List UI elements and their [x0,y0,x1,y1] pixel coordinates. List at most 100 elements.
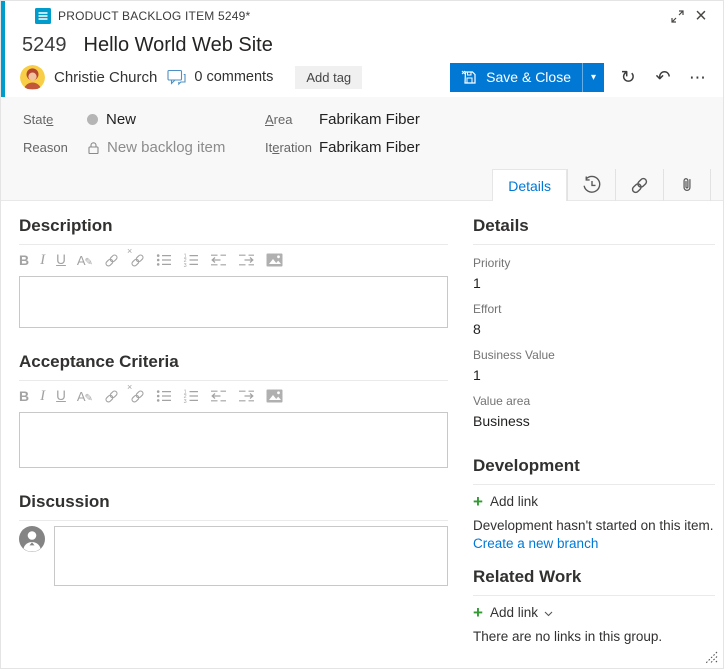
bold-button[interactable]: B [19,389,29,403]
comments-button[interactable]: 0 comments [167,69,273,86]
insert-image-button[interactable] [266,253,283,267]
more-options-button[interactable]: ⋯ [687,69,709,86]
plus-icon: + [473,491,483,511]
related-work-heading: Related Work [473,567,582,586]
underline-button[interactable]: U [56,253,66,267]
history-icon [582,175,600,193]
comment-bubble-icon [167,69,186,85]
state-field[interactable]: New [87,111,265,128]
save-close-button[interactable]: Save & Close [450,62,582,92]
insert-link-button[interactable] [104,253,119,268]
iteration-value: Fabrikam Fiber [319,139,420,156]
work-item-dialog: PRODUCT BACKLOG ITEM 5249* × 5249 Hello … [0,0,724,669]
priority-label: Priority [473,256,511,270]
related-add-link-button[interactable]: + Add link [473,602,715,622]
indent-button[interactable] [238,388,255,404]
add-tag-button[interactable]: Add tag [295,65,363,89]
tab-strip: Details [492,169,711,201]
close-button[interactable]: × [689,4,713,28]
resize-grip[interactable] [703,649,718,664]
description-input[interactable] [19,276,448,328]
comments-count: 0 comments [194,69,274,85]
outdent-icon [210,390,226,402]
highlight-button[interactable]: A ✎ [77,390,93,404]
section-divider [19,520,448,521]
related-empty-text: There are no links in this group. [473,629,663,644]
discussion-row [19,526,448,586]
outdent-icon [210,254,226,266]
state-value: New [106,111,137,128]
outdent-button[interactable] [210,388,227,404]
link-icon [105,389,118,403]
numbered-list-button[interactable]: 123 [183,252,199,268]
remove-link-button[interactable]: × [127,382,145,404]
left-column: Description B I U A ✎ × 123 Acceptance Cr… [1,201,448,644]
section-divider [19,244,448,245]
acceptance-criteria-heading: Acceptance Criteria [19,352,179,371]
acceptance-criteria-input[interactable] [19,412,448,468]
create-branch-link[interactable]: Create a new branch [473,536,715,551]
bold-button[interactable]: B [19,253,29,267]
discussion-comment-input[interactable] [54,526,448,586]
italic-button[interactable]: I [40,252,45,268]
description-heading: Description [19,216,113,235]
section-divider [473,595,715,596]
field-band: State New Area Fabrikam Fiber Reason New… [1,97,723,201]
highlight-button[interactable]: A ✎ [77,254,93,268]
user-avatar-icon [19,526,45,586]
save-icon [461,70,476,84]
link-icon [631,177,648,193]
link-icon [105,253,118,267]
lock-icon [87,141,100,155]
area-label: Area [265,112,293,127]
underline-button[interactable]: U [56,389,66,403]
discussion-heading: Discussion [19,492,110,511]
section-divider [19,380,448,381]
tab-history[interactable] [567,169,615,201]
insert-image-button[interactable] [266,389,283,403]
command-bar: Christie Church 0 comments Add tag Save … [1,57,723,97]
svg-text:3: 3 [184,263,187,268]
work-item-title-field[interactable]: Hello World Web Site [84,34,273,57]
value-area-label: Value area [473,394,531,408]
iteration-field[interactable]: Fabrikam Fiber [319,139,723,156]
value-area-field[interactable]: Business [473,413,715,429]
pen-icon: ✎ [84,257,93,268]
image-icon [266,253,283,267]
iteration-label: Iteration [265,140,312,155]
fields-grid: State New Area Fabrikam Fiber Reason New… [1,97,723,156]
resize-grip-icon [705,651,718,664]
area-field[interactable]: Fabrikam Fiber [319,111,723,128]
development-add-link-button[interactable]: + Add link [473,491,715,511]
business-value-label: Business Value [473,348,555,362]
business-value-field[interactable]: 1 [473,367,715,383]
insert-link-button[interactable] [104,389,119,404]
tab-attachments[interactable] [663,169,711,201]
undo-button[interactable]: ↶ [652,68,674,86]
effort-field[interactable]: 8 [473,321,715,337]
effort-label: Effort [473,302,502,316]
indent-icon [238,390,254,402]
development-status-text: Development hasn't started on this item. [473,518,714,533]
italic-button[interactable]: I [40,388,45,404]
save-options-dropdown[interactable]: ▾ [582,62,604,92]
refresh-button[interactable]: ↻ [617,68,639,86]
plus-icon: + [473,602,483,622]
caption-bar: PRODUCT BACKLOG ITEM 5249* × [1,1,723,29]
indent-button[interactable] [238,252,255,268]
work-item-accent-stripe [1,1,5,105]
reason-field: New backlog item [87,139,265,156]
bullet-list-button[interactable] [156,252,172,268]
priority-field[interactable]: 1 [473,275,715,291]
assigned-to-field[interactable]: Christie Church [20,64,157,90]
maximize-button[interactable] [665,4,689,28]
tab-details[interactable]: Details [492,169,567,201]
chevron-down-icon: ▾ [590,71,597,83]
right-column: Details Priority 1 Effort 8 Business Val… [473,201,715,644]
remove-link-button[interactable]: × [127,246,145,268]
outdent-button[interactable] [210,252,227,268]
bullet-list-button[interactable] [156,388,172,404]
tab-links[interactable] [615,169,663,201]
numbered-list-button[interactable]: 123 [183,388,199,404]
area-value: Fabrikam Fiber [319,111,420,128]
